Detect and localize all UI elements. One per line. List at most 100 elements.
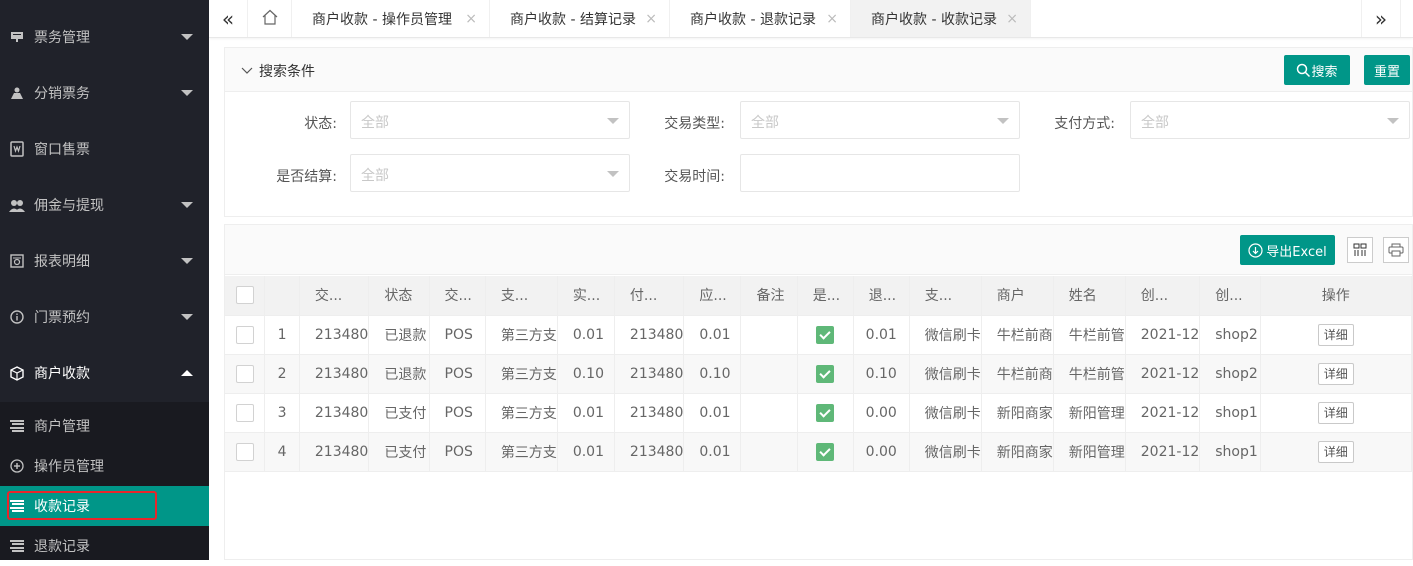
cell-settled <box>797 393 854 433</box>
tab-label: 商户收款 - 收款记录 <box>871 11 997 28</box>
status-select-value: 全部 <box>361 115 389 131</box>
sidebar-submenu: 商户管理 操作员管理 收款记录 退款记录 <box>0 402 209 560</box>
sidebar-item-commission[interactable]: 佣金与提现 <box>0 177 209 233</box>
sidebar-item-distribution[interactable]: 分销票务 <box>0 65 209 121</box>
row-number: 1 <box>264 315 300 355</box>
row-checkbox[interactable] <box>235 442 254 461</box>
table-row[interactable]: 1 213480 已退款 POS 第三方支 0.01 213480 0.01 0… <box>225 315 1413 355</box>
trade-time-input[interactable] <box>740 154 1020 192</box>
cell-pay-channel: 第三方支 <box>485 315 558 355</box>
sidebar-item-label: 门票预约 <box>34 310 90 326</box>
settled-check-icon <box>816 442 835 461</box>
column-header-pay-no[interactable]: 付... <box>614 276 685 316</box>
row-number: 2 <box>264 354 300 394</box>
payment-method-select[interactable]: 全部 <box>1130 101 1410 139</box>
close-icon[interactable]: × <box>826 11 838 27</box>
cell-creator: shop1 <box>1199 393 1261 433</box>
row-checkbox[interactable] <box>235 403 254 422</box>
search-panel-header[interactable]: 搜索条件 搜索 重置 <box>225 48 1412 92</box>
detail-button[interactable]: 详细 <box>1317 401 1354 424</box>
detail-button[interactable]: 详细 <box>1317 440 1354 463</box>
cell-action: 详细 <box>1260 315 1413 355</box>
sidebar-item-merchant-payment[interactable]: 商户收款 <box>0 345 209 401</box>
records-table-container: 导出Excel 交... 状态 交... 支... 实... 付... 应...… <box>224 224 1413 560</box>
select-all-checkbox[interactable] <box>235 286 254 305</box>
cube-icon <box>9 365 25 381</box>
column-header-refund[interactable]: 退... <box>853 276 910 316</box>
cell-trade-no: 213480 <box>299 315 370 355</box>
close-icon[interactable]: × <box>465 11 477 27</box>
trade-type-select[interactable]: 全部 <box>740 101 1020 139</box>
cell-pay-channel: 第三方支 <box>485 354 558 394</box>
table-row[interactable]: 3 213480 已支付 POS 第三方支 0.01 213480 0.01 0… <box>225 393 1413 433</box>
plus-circle-icon <box>9 458 25 474</box>
home-tab[interactable] <box>249 0 292 37</box>
tab-operator-management[interactable]: 商户收款 - 操作员管理 × <box>292 0 490 37</box>
tab-payment-records[interactable]: 商户收款 - 收款记录 × <box>851 0 1031 37</box>
sidebar-item-ticket-management[interactable]: 票务管理 <box>0 9 209 65</box>
columns-filter-button[interactable] <box>1347 237 1373 263</box>
settled-check-icon <box>816 325 835 344</box>
column-header-creator[interactable]: 创... <box>1199 276 1261 316</box>
cell-refund: 0.01 <box>853 315 910 355</box>
column-header-remark[interactable]: 备注 <box>740 276 798 316</box>
cell-pay-no: 213480 <box>614 393 685 433</box>
tab-label: 商户收款 - 退款记录 <box>690 11 816 28</box>
column-header-trade-type[interactable]: 交... <box>429 276 486 316</box>
cell-remark <box>740 393 798 433</box>
cell-pay-method: 微信刷卡 <box>909 315 982 355</box>
cell-merchant: 牛栏前商 <box>981 315 1054 355</box>
cell-due: 0.01 <box>683 315 742 355</box>
column-header-merchant[interactable]: 商户 <box>981 276 1054 316</box>
close-icon[interactable]: × <box>1006 11 1018 27</box>
column-header-created-at[interactable]: 创... <box>1125 276 1201 316</box>
tabs-scroll-right-button[interactable]: » <box>1361 0 1401 37</box>
cell-pay-no: 213480 <box>614 354 685 394</box>
column-header <box>264 276 300 316</box>
sidebar-item-reservation[interactable]: 门票预约 <box>0 289 209 345</box>
row-checkbox[interactable] <box>235 325 254 344</box>
sidebar-item-report[interactable]: 报表明细 <box>0 233 209 289</box>
tab-settlement-records[interactable]: 商户收款 - 结算记录 × <box>490 0 670 37</box>
dropdown-arrow-icon <box>1387 118 1399 124</box>
column-header-due[interactable]: 应... <box>683 276 742 316</box>
cell-status: 已退款 <box>368 315 430 355</box>
row-number: 3 <box>264 393 300 433</box>
cell-due: 0.01 <box>683 432 742 472</box>
column-header-pay-channel[interactable]: 支... <box>485 276 558 316</box>
settled-select-value: 全部 <box>361 168 389 184</box>
sidebar-item-window-sale[interactable]: 窗口售票 <box>0 121 209 177</box>
search-button[interactable]: 搜索 <box>1284 55 1350 85</box>
tabs-scroll-left-button[interactable]: « <box>209 0 248 37</box>
column-header-actual[interactable]: 实... <box>557 276 615 316</box>
column-header-status[interactable]: 状态 <box>368 276 430 316</box>
column-header-trade-no[interactable]: 交... <box>299 276 370 316</box>
cell-pay-no: 213480 <box>614 432 685 472</box>
tab-refund-records[interactable]: 商户收款 - 退款记录 × <box>670 0 851 37</box>
cell-creator: shop2 <box>1199 354 1261 394</box>
reset-button[interactable]: 重置 <box>1364 55 1410 85</box>
settled-select[interactable]: 全部 <box>350 154 630 192</box>
sidebar-subitem-refund-records[interactable]: 退款记录 <box>0 526 209 566</box>
column-header-settled[interactable]: 是... <box>797 276 854 316</box>
row-checkbox[interactable] <box>235 364 254 383</box>
print-button[interactable] <box>1383 237 1409 263</box>
sidebar-subitem-operator-management[interactable]: 操作员管理 <box>0 446 209 486</box>
cell-refund: 0.10 <box>853 354 910 394</box>
detail-button[interactable]: 详细 <box>1317 362 1354 385</box>
users-icon <box>9 197 25 213</box>
dropdown-arrow-icon <box>607 118 619 124</box>
column-header-name[interactable]: 姓名 <box>1053 276 1126 316</box>
settled-check-icon <box>816 403 835 422</box>
column-header-pay-method[interactable]: 支... <box>909 276 982 316</box>
status-select[interactable]: 全部 <box>350 101 630 139</box>
trade-type-label: 交易类型: <box>664 116 725 132</box>
detail-button[interactable]: 详细 <box>1317 323 1354 346</box>
table-row[interactable]: 4 213480 已支付 POS 第三方支 0.01 213480 0.01 0… <box>225 432 1413 472</box>
sidebar-subitem-merchant-management[interactable]: 商户管理 <box>0 406 209 446</box>
print-icon <box>1388 243 1404 257</box>
export-excel-button[interactable]: 导出Excel <box>1240 235 1335 265</box>
table-row[interactable]: 2 213480 已退款 POS 第三方支 0.10 213480 0.10 0… <box>225 354 1413 394</box>
close-icon[interactable]: × <box>645 11 657 27</box>
chevron-down-icon <box>181 90 193 96</box>
